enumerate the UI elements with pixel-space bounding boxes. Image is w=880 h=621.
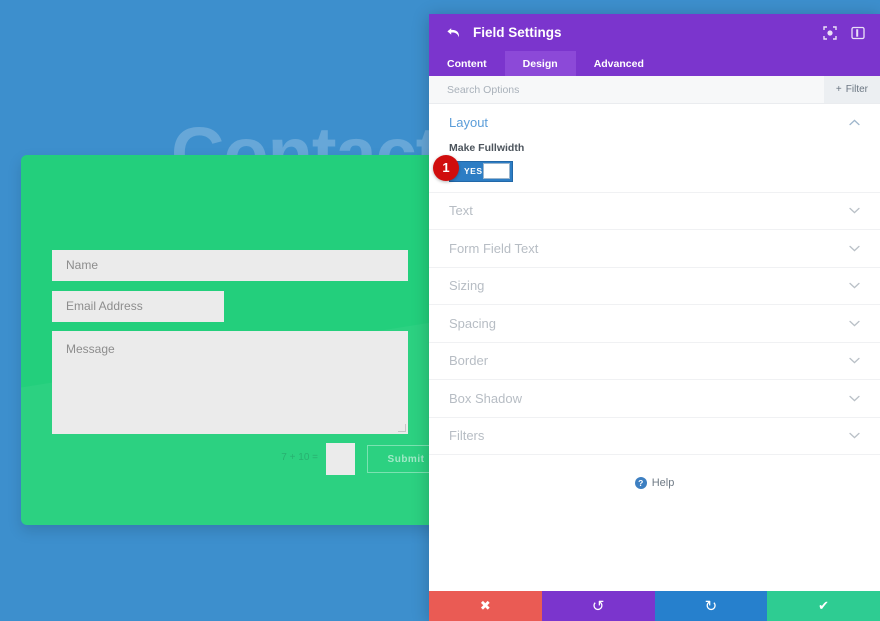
panel-header: Field Settings [429,14,880,51]
cancel-button[interactable]: ✖ [429,591,542,621]
undo-icon: ↺ [591,598,605,615]
redo-icon: ↻ [704,598,718,615]
section-spacing-label: Spacing [449,315,496,331]
section-box-shadow[interactable]: Box Shadow [429,380,880,418]
make-fullwidth-label: Make Fullwidth [449,141,525,154]
section-text[interactable]: Text [429,193,880,230]
section-border-label: Border [449,353,489,369]
section-sizing-label: Sizing [449,278,485,294]
section-text-label: Text [449,203,473,219]
back-arrow-icon[interactable] [443,23,463,43]
name-input[interactable]: Name [52,250,408,281]
section-sizing[interactable]: Sizing [429,268,880,305]
captcha-row: 7 + 10 = Submit [52,443,445,475]
field-settings-panel: Field Settings Content Design Advanced +… [429,14,880,621]
tab-content[interactable]: Content [429,51,505,76]
layout-section-body: Make Fullwidth YES 1 [429,142,880,193]
chevron-down-icon [848,242,860,254]
save-button[interactable]: ✔ [767,591,880,621]
panel-footer: ✖ ↺ ↻ ✔ [429,591,880,621]
captcha-input[interactable] [326,443,355,475]
make-fullwidth-toggle-wrapper: YES 1 [433,154,513,182]
panel-body: Layout Make Fullwidth YES 1 Text Form Fi… [429,104,880,591]
email-input[interactable]: Email Address [52,291,224,322]
tab-design[interactable]: Design [504,51,576,76]
section-box-shadow-label: Box Shadow [449,390,522,406]
search-input[interactable] [429,75,824,104]
chevron-up-icon [848,117,860,129]
toggle-state-label: YES [464,166,483,176]
section-border[interactable]: Border [429,343,880,380]
section-spacing[interactable]: Spacing [429,305,880,343]
section-form-field-text[interactable]: Form Field Text [429,230,880,268]
panel-tabs: Content Design Advanced [429,51,880,76]
close-icon: ✖ [479,598,491,613]
section-filters[interactable]: Filters [429,418,880,455]
help-row[interactable]: ? Help [429,477,880,489]
toggle-knob[interactable] [483,163,510,179]
chevron-down-icon [848,317,860,329]
filter-button-label: Filter [845,84,868,95]
help-label: Help [651,477,675,489]
redo-button[interactable]: ↻ [654,591,768,621]
plus-icon: + [835,84,842,95]
help-icon: ? [634,477,647,489]
chevron-down-icon [848,355,860,367]
step-badge: 1 [433,154,459,181]
contact-form-card: Name Email Address Message 7 + 10 = Subm… [21,155,469,525]
chevron-down-icon [848,205,860,217]
focus-target-icon[interactable] [822,25,838,41]
section-form-field-text-label: Form Field Text [449,240,539,256]
checkmark-icon: ✔ [818,598,830,613]
chevron-down-icon [848,280,860,292]
undo-button[interactable]: ↺ [541,591,655,621]
panel-title: Field Settings [473,25,562,40]
section-layout[interactable]: Layout [429,104,880,142]
captcha-question: 7 + 10 = [281,452,318,463]
message-textarea[interactable]: Message [52,331,408,434]
search-bar: + Filter [429,75,880,104]
panel-layout-icon[interactable] [850,25,866,41]
chevron-down-icon [848,430,860,442]
section-layout-label: Layout [449,115,489,131]
section-filters-label: Filters [449,428,485,444]
filter-button[interactable]: + Filter [823,76,880,103]
tab-advanced[interactable]: Advanced [576,51,662,76]
chevron-down-icon [848,392,860,404]
